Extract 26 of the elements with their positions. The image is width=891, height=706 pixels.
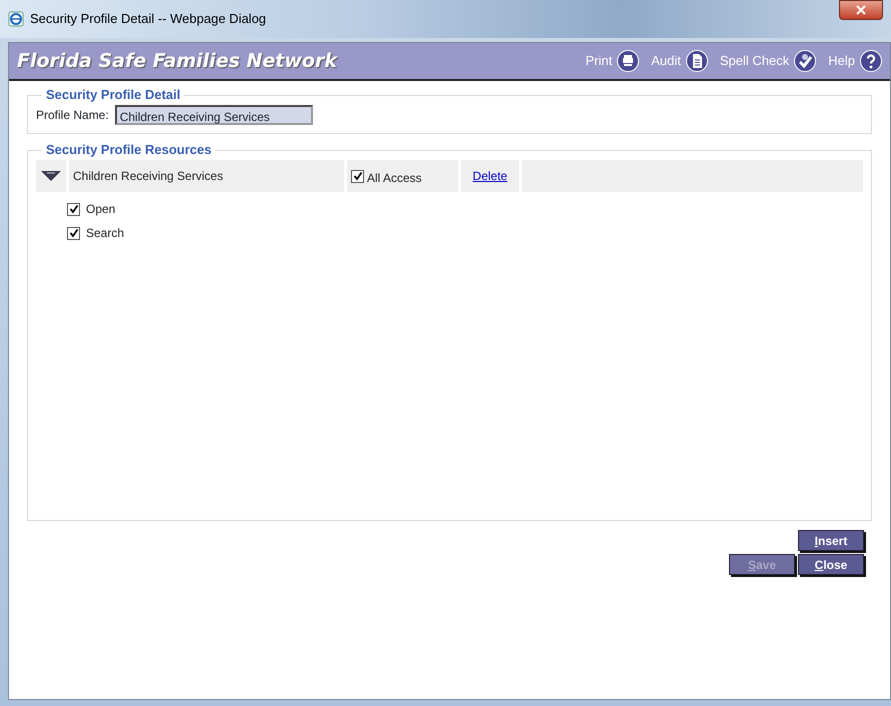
action-button[interactable]: Insert — [798, 530, 864, 551]
window-title: Security Profile Detail -- Webpage Dialog — [30, 10, 266, 28]
checkbox[interactable] — [67, 202, 80, 216]
resource-name: Children Receiving Services — [73, 168, 224, 185]
toolbar-link[interactable]: Spell Check — [720, 50, 816, 72]
app-title: Florida Safe Families Network — [17, 48, 337, 74]
expand-toggle[interactable] — [40, 170, 62, 182]
close-icon[interactable] — [839, 0, 883, 20]
checkbox-label: Search — [86, 225, 124, 242]
field-label: Profile Name: — [36, 107, 109, 124]
document-icon — [686, 50, 708, 72]
checkbox[interactable] — [67, 226, 80, 240]
browser-icon — [8, 11, 24, 27]
checkbox-label: Open — [86, 201, 116, 218]
profile-name-field[interactable]: Children Receiving Services — [114, 105, 313, 125]
help-icon — [860, 50, 882, 72]
printer-icon — [617, 50, 640, 72]
toolbar-link[interactable]: Help — [828, 50, 882, 72]
action-button[interactable]: Close — [798, 554, 864, 575]
checkmark-icon — [794, 50, 816, 72]
toolbar-link[interactable]: Print — [586, 50, 640, 72]
section-title: Security Profile Detail — [42, 87, 184, 103]
toolbar-link[interactable]: Audit — [651, 50, 708, 72]
checkbox[interactable] — [351, 170, 364, 182]
section-title: Security Profile Resources — [42, 142, 216, 158]
checkbox-label: All Access — [367, 170, 422, 186]
